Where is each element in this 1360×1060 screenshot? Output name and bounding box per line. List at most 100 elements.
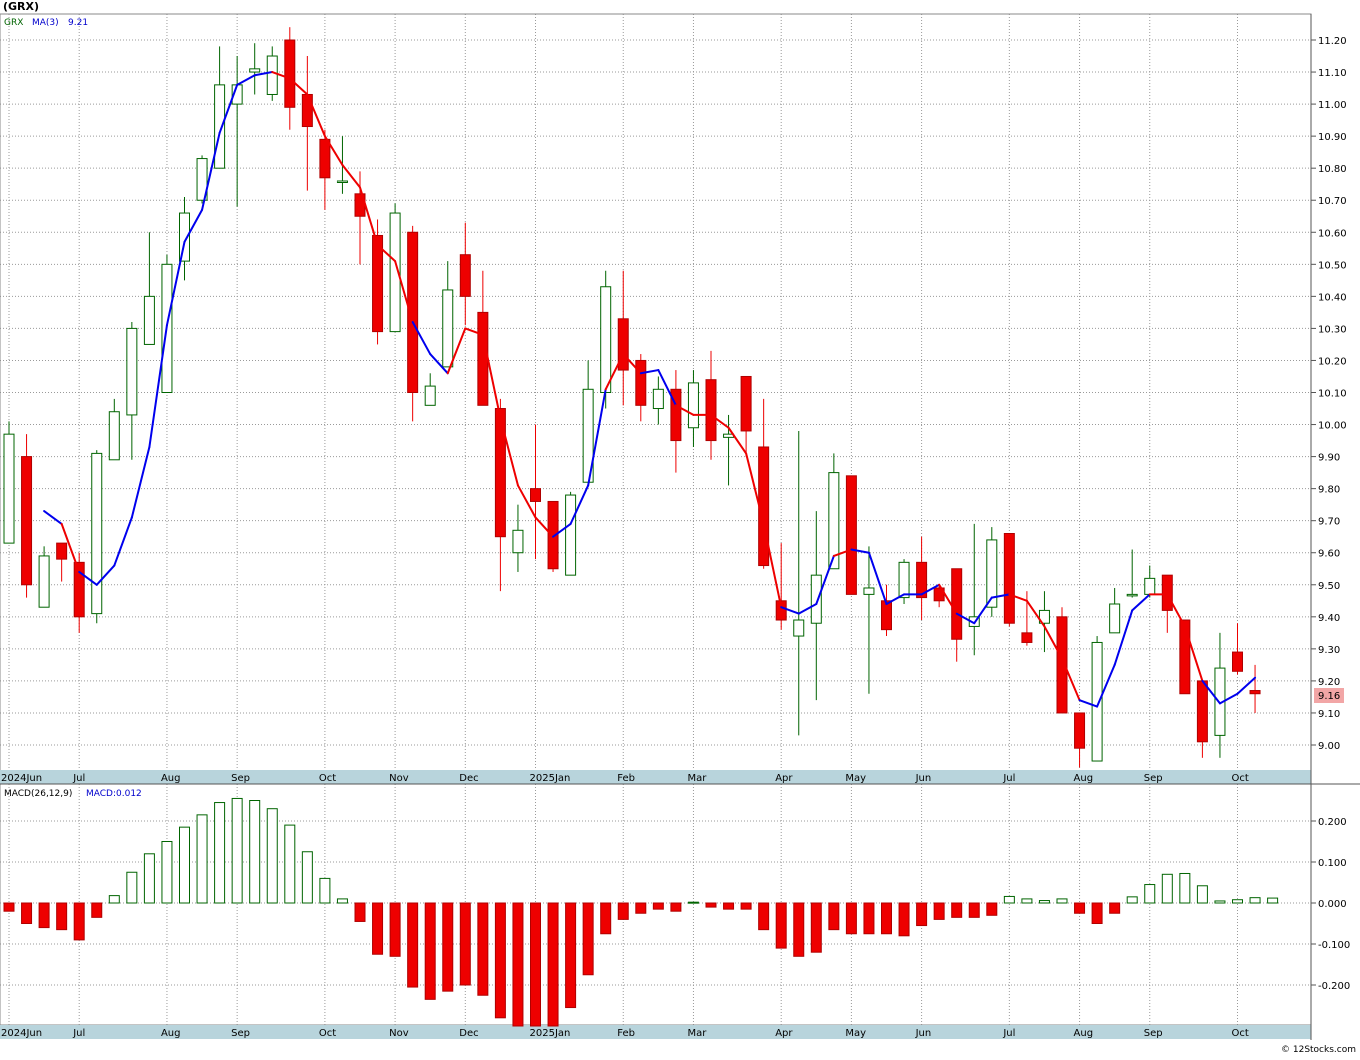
macd-bar (108, 895, 120, 904)
x-axis-label: Jun (915, 773, 932, 784)
candle-body (1126, 593, 1138, 597)
symbol-header: (GRX) (3, 0, 39, 13)
price-tick-label: 10.70 (1318, 196, 1347, 207)
macd-x-axis-band (0, 1025, 1311, 1039)
macd-legend-value: MACD:0.012 (86, 789, 142, 799)
legend-ma-label: MA(3) (32, 18, 59, 28)
macd-tick-label: 0.100 (1318, 858, 1347, 869)
macd-bar (512, 902, 524, 1027)
stock-chart: (GRX) GRX MA(3) 9.21 MACD(26,12,9) MACD:… (0, 0, 1360, 1056)
macd-bar (161, 841, 173, 904)
x-axis-label: Jul (1002, 773, 1015, 784)
macd-x-axis-label: Jul (1002, 1028, 1015, 1039)
price-x-axis-band (0, 770, 1311, 784)
candle-body (1091, 641, 1103, 762)
macd-bar (881, 902, 892, 935)
price-tick-label: 9.30 (1318, 645, 1340, 656)
macd-bar (1074, 902, 1086, 914)
macd-tick-label: 0.000 (1318, 899, 1347, 910)
price-tick-label: 10.60 (1318, 228, 1347, 239)
candle-body (652, 388, 664, 410)
candle-body (372, 234, 384, 333)
price-tick-label: 10.50 (1318, 260, 1347, 271)
price-tick-label: 9.40 (1318, 613, 1340, 624)
macd-bar (828, 902, 840, 931)
macd-bar (249, 800, 261, 904)
last-price-label: 9.16 (1318, 691, 1340, 702)
price-tick-label: 10.90 (1318, 132, 1347, 143)
macd-bar (21, 902, 33, 924)
price-tick-label: 11.00 (1318, 100, 1347, 111)
macd-x-axis-label: 2024Jun (1, 1028, 42, 1039)
candle-body (1144, 577, 1156, 595)
macd-bar (758, 902, 770, 931)
macd-bar (1091, 902, 1103, 924)
macd-tick-label: -0.200 (1318, 981, 1350, 992)
x-axis-label: Aug (161, 773, 181, 784)
candle-body (336, 180, 348, 183)
candle-body (108, 411, 120, 461)
candle-body (565, 494, 577, 576)
macd-bar (916, 902, 928, 927)
x-axis-label: 2025Jan (530, 773, 571, 784)
macd-x-axis-label: Oct (319, 1028, 336, 1039)
price-tick-label: 10.00 (1318, 421, 1347, 432)
legend-ma-value: 9.21 (68, 18, 88, 28)
macd-bar (740, 902, 752, 910)
macd-bar (389, 902, 401, 957)
candle-body (459, 254, 471, 297)
macd-bar (38, 902, 50, 929)
macd-bar (530, 902, 541, 1027)
macd-bar (196, 814, 208, 904)
macd-bar (1267, 897, 1279, 904)
candle-body (951, 568, 963, 640)
candle-body (477, 311, 489, 406)
price-tick-label: 9.60 (1318, 549, 1340, 560)
macd-bar (723, 902, 735, 910)
x-axis-label: Feb (617, 773, 635, 784)
candle-body (530, 488, 541, 502)
x-axis-label: Dec (459, 773, 478, 784)
macd-bar (810, 902, 822, 953)
candle-body (600, 286, 612, 393)
macd-bar (1003, 895, 1015, 904)
macd-bar (477, 902, 489, 996)
x-axis-label: Aug (1074, 773, 1094, 784)
macd-x-axis-label: May (845, 1028, 866, 1039)
macd-bar (617, 902, 629, 920)
candle-body (723, 433, 735, 438)
macd-bar (459, 902, 471, 986)
macd-x-axis-label: Jun (915, 1028, 932, 1039)
macd-bar (1144, 884, 1156, 904)
price-tick-label: 10.20 (1318, 356, 1347, 367)
credit-text: © 12Stocks.com (1281, 1045, 1356, 1055)
macd-bar (442, 902, 454, 992)
macd-bar (1214, 900, 1226, 904)
price-tick-label: 11.10 (1318, 68, 1347, 79)
macd-bar (214, 802, 226, 904)
macd-bar (407, 902, 419, 988)
macd-tick-label: -0.100 (1318, 940, 1350, 951)
macd-bar (687, 901, 699, 904)
macd-bar (1109, 902, 1121, 914)
macd-bar (336, 898, 348, 904)
candle-body (705, 379, 717, 442)
macd-bar (372, 902, 384, 955)
macd-bar (424, 902, 436, 1000)
price-tick-label: 10.80 (1318, 164, 1347, 175)
candle-body (845, 475, 857, 595)
candle-body (442, 289, 454, 368)
candle-body (249, 68, 261, 73)
candle-body (810, 574, 822, 624)
macd-bar (1021, 898, 1033, 904)
candle-body (898, 561, 910, 599)
macd-bar (1038, 900, 1050, 904)
x-axis-label: May (845, 773, 866, 784)
candle-body (793, 619, 805, 637)
macd-x-axis-label: Feb (617, 1028, 635, 1039)
macd-bar (898, 902, 910, 937)
price-tick-label: 9.80 (1318, 485, 1340, 496)
macd-x-axis-label: Jul (72, 1028, 85, 1039)
candle-body (301, 93, 313, 128)
candle-body (687, 382, 699, 429)
